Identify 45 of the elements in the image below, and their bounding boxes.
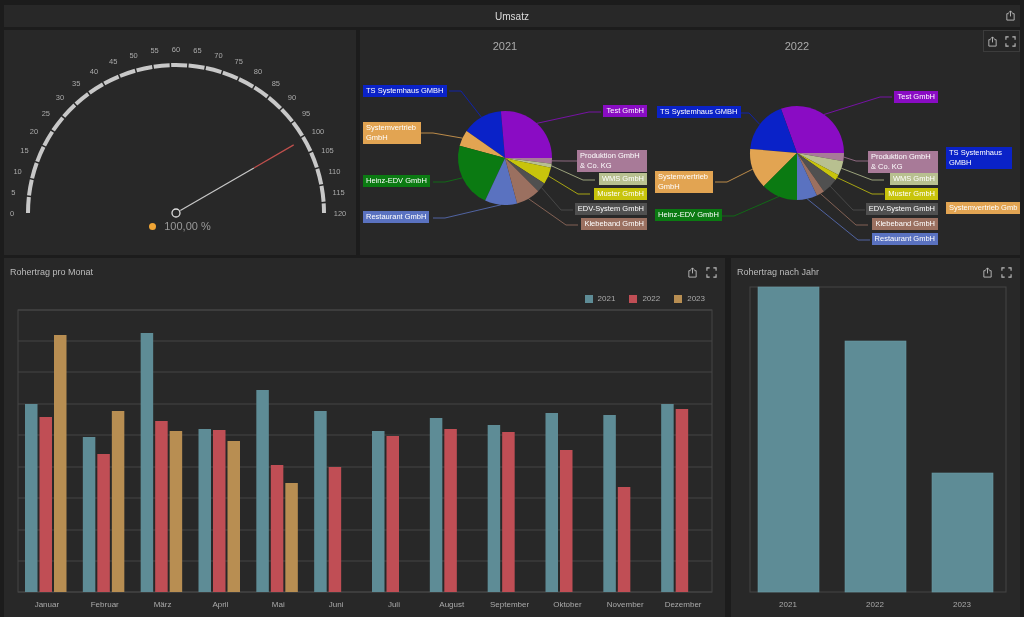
leader-line xyxy=(448,90,482,118)
leader-line xyxy=(714,168,754,183)
leader-line xyxy=(823,96,893,115)
leader-line xyxy=(432,177,463,183)
leader-line xyxy=(721,196,780,217)
leader-line xyxy=(536,111,602,124)
leader-line xyxy=(420,132,463,139)
gauge-reading: 100,00 % xyxy=(164,220,211,232)
leader-line xyxy=(551,160,578,162)
leader-line xyxy=(841,167,885,181)
fullscreen-icon[interactable] xyxy=(1001,266,1012,278)
month-label: Oktober xyxy=(553,600,582,609)
share-icon[interactable] xyxy=(987,35,999,47)
month-label: November xyxy=(606,600,644,609)
year-label: 2022 xyxy=(866,600,884,609)
month-label: Juni xyxy=(328,600,344,609)
pie-title: 2021 xyxy=(491,40,519,52)
month-label: Mai xyxy=(271,600,285,609)
pie-title: 2022 xyxy=(783,40,811,52)
month-label: Dezember xyxy=(664,600,702,609)
year-label: 2021 xyxy=(779,600,797,609)
month-label: Januar xyxy=(34,600,60,609)
leader-line xyxy=(843,156,869,162)
legend-label: 2022 xyxy=(642,294,661,303)
legend-label: 2021 xyxy=(597,294,616,303)
legend-label: 2023 xyxy=(687,294,705,303)
leader-line xyxy=(432,204,502,219)
chart-title: Rohertrag nach Jahr xyxy=(737,267,820,277)
legend-dot xyxy=(149,222,157,230)
share-icon[interactable] xyxy=(1005,10,1016,21)
month-label: Februar xyxy=(90,600,119,609)
month-label: August xyxy=(439,600,465,609)
leader-line xyxy=(548,175,591,195)
month-label: September xyxy=(490,600,530,609)
month-label: März xyxy=(153,600,172,609)
month-label: Juli xyxy=(387,600,400,609)
year-label: 2023 xyxy=(953,600,971,609)
share-icon[interactable] xyxy=(982,266,993,278)
leader-line xyxy=(550,165,596,181)
dashboard-title: Umsatz xyxy=(495,10,529,22)
chart-title: Rohertrag pro Monat xyxy=(10,267,94,277)
fullscreen-icon[interactable] xyxy=(1004,35,1016,47)
month-label: April xyxy=(212,600,229,609)
share-icon[interactable] xyxy=(687,266,698,278)
fullscreen-icon[interactable] xyxy=(706,266,717,278)
